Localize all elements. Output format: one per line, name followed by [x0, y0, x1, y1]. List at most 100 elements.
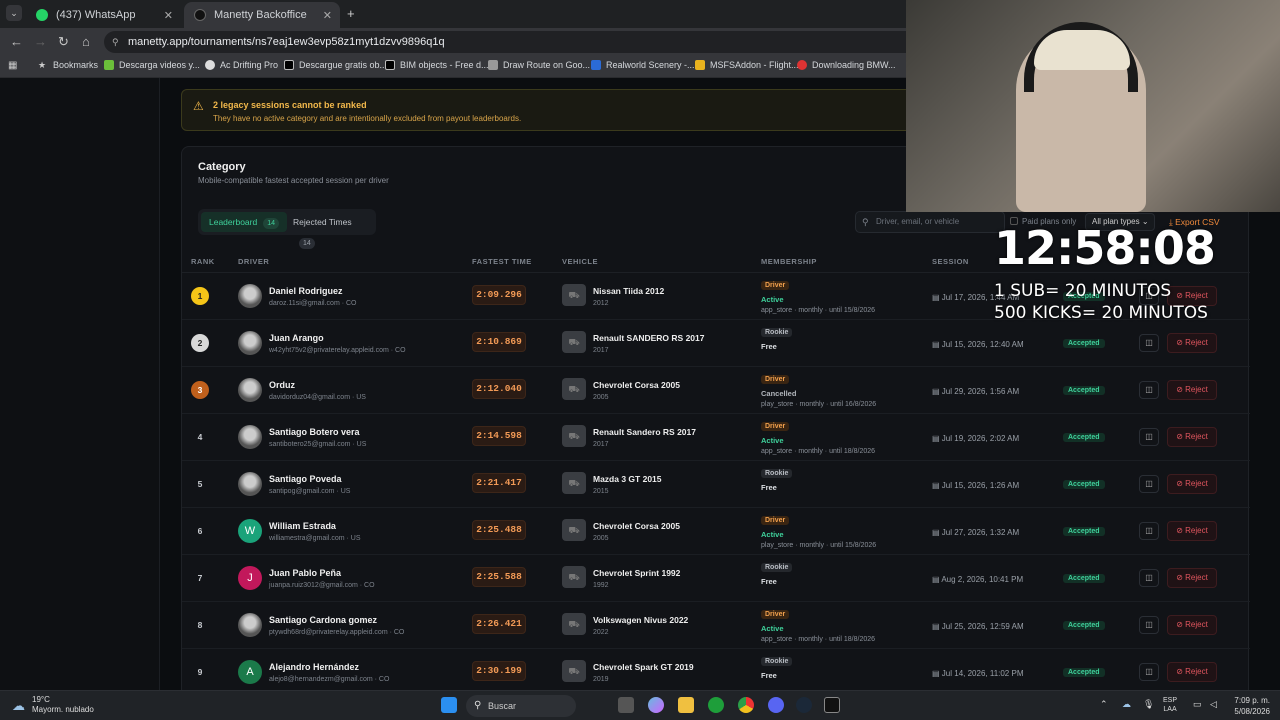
discord-icon[interactable] [768, 697, 784, 713]
game-icon[interactable] [824, 697, 840, 713]
taskbar-search[interactable]: ⚲ Buscar [466, 695, 576, 717]
avatar: J [238, 566, 262, 590]
volume-icon[interactable]: ◁ [1210, 699, 1217, 710]
table-row[interactable]: 3 Orduz davidorduz04@gmail.com · US 2:12… [182, 367, 1250, 414]
network-icon[interactable]: ▭ [1193, 699, 1202, 710]
table-row[interactable]: 2 Juan Arango w42yht75v2@privaterelay.ap… [182, 320, 1250, 367]
reject-button[interactable]: ⊘ Reject [1167, 427, 1217, 447]
bookmark-item[interactable]: Draw Route on Goo... [488, 60, 590, 70]
reload-icon[interactable]: ↻ [58, 34, 69, 50]
reject-button[interactable]: ⊘ Reject [1167, 615, 1217, 635]
view-session-icon[interactable]: ◫ [1139, 616, 1159, 634]
membership-tier-badge: Driver [761, 281, 790, 290]
view-session-icon[interactable]: ◫ [1139, 569, 1159, 587]
url-field[interactable]: ⚲ manetty.app/tournaments/ns7eaj1ew3evp5… [104, 31, 924, 53]
view-session-icon[interactable]: ◫ [1139, 428, 1159, 446]
calendar-icon: ▤ [932, 481, 940, 490]
tray-chevron-icon[interactable]: ⌃ [1100, 699, 1108, 710]
close-tab-icon[interactable]: ✕ [323, 9, 332, 22]
reject-button[interactable]: ⊘ Reject [1167, 333, 1217, 353]
language-indicator[interactable]: ESP LAA [1163, 696, 1177, 714]
membership-tier-badge: Driver [761, 610, 790, 619]
tab-list-dropdown-icon[interactable]: ⌄ [6, 5, 22, 21]
vehicle-year: 1992 [593, 582, 609, 589]
tab-leaderboard[interactable]: Leaderboard 14 [201, 212, 288, 232]
tab-label: Manetty Backoffice [214, 9, 307, 21]
weather-widget[interactable]: 19°C Mayorm. nublado [32, 695, 94, 715]
table-row[interactable]: 9 A Alejandro Hernández alejo8@hernandez… [182, 649, 1250, 690]
reject-button[interactable]: ⊘ Reject [1167, 568, 1217, 588]
bookmark-item[interactable]: Realworld Scenery -... [591, 60, 695, 70]
calendar-icon: ▤ [932, 340, 940, 349]
view-session-icon[interactable]: ◫ [1139, 381, 1159, 399]
view-session-icon[interactable]: ◫ [1139, 334, 1159, 352]
bookmark-item[interactable]: Ac Drifting Pro [205, 60, 278, 70]
manetty-icon [194, 9, 206, 21]
ban-icon: ⊘ [1176, 338, 1183, 347]
table-row[interactable]: 7 J Juan Pablo Peña juanpa.ruiz3012@gmai… [182, 555, 1250, 602]
chrome-icon[interactable] [738, 697, 754, 713]
membership-tier-badge: Driver [761, 422, 790, 431]
home-icon[interactable]: ⌂ [82, 34, 90, 49]
back-icon[interactable]: ← [10, 34, 23, 49]
task-view-icon[interactable] [618, 697, 634, 713]
file-explorer-icon[interactable] [678, 697, 694, 713]
xbox-icon[interactable] [708, 697, 724, 713]
microphone-icon[interactable]: 🎙 [1143, 699, 1154, 710]
membership-status: Free [761, 483, 777, 492]
apps-icon[interactable]: ▦ [8, 60, 17, 71]
session-date: ▤ Aug 2, 2026, 10:41 PM [932, 575, 1024, 584]
status-badge: Accepted [1063, 339, 1105, 348]
driver-name: Santiago Cardona gomez [269, 615, 378, 625]
reject-button[interactable]: ⊘ Reject [1167, 662, 1217, 682]
new-tab-icon[interactable]: + [347, 6, 355, 21]
vehicle-name: Chevrolet Sprint 1992 [593, 568, 681, 578]
ban-icon: ⊘ [1176, 291, 1183, 300]
bookmark-item[interactable]: Descarga videos y... [104, 60, 200, 70]
bookmark-item[interactable]: BIM objects - Free d... [385, 60, 489, 70]
table-row[interactable]: 6 W William Estrada williamestra@gmail.c… [182, 508, 1250, 555]
site-info-icon[interactable]: ⚲ [112, 31, 119, 53]
view-session-icon[interactable]: ◫ [1139, 663, 1159, 681]
bookmark-item[interactable]: Descargue gratis ob... [284, 60, 387, 70]
status-badge: Accepted [1063, 621, 1105, 630]
view-session-icon[interactable]: ◫ [1139, 475, 1159, 493]
sidebar [0, 78, 160, 690]
vehicle-name: Volkswagen Nivus 2022 [593, 615, 689, 625]
rank-badge: 5 [197, 479, 203, 489]
driver-name: Juan Pablo Peña [269, 568, 342, 578]
reject-button[interactable]: ⊘ Reject [1167, 474, 1217, 494]
tab-manetty[interactable]: Manetty Backoffice ✕ [184, 2, 340, 28]
bookmark-item[interactable]: Downloading BMW... [797, 60, 896, 70]
forward-icon[interactable]: → [34, 34, 47, 49]
tab-rejected-times[interactable]: Rejected Times14 [285, 212, 376, 249]
bookmark-item[interactable]: MSFSAddon - Flight... [695, 60, 799, 70]
driver-email: alejo8@hernandezm@gmail.com · CO [269, 676, 390, 683]
vehicle-name: Chevrolet Corsa 2005 [593, 380, 680, 390]
reject-button[interactable]: ⊘ Reject [1167, 380, 1217, 400]
tray-app-icon[interactable]: ☁ [1122, 699, 1131, 710]
windows-taskbar: ☁ 19°C Mayorm. nublado ⚲ Buscar ⌃ ☁ 🎙 ES… [0, 690, 1280, 720]
avatar [238, 284, 262, 308]
fastest-time: 2:25.488 [472, 520, 526, 540]
avatar: A [238, 660, 262, 684]
membership-detail: app_store · monthly · until 15/8/2026 [761, 307, 876, 314]
table-row[interactable]: 8 Santiago Cardona gomez ptywdh68rd@priv… [182, 602, 1250, 649]
view-session-icon[interactable]: ◫ [1139, 522, 1159, 540]
steam-icon[interactable] [796, 697, 812, 713]
search-input[interactable]: ⚲ Driver, email, or vehicle [855, 211, 1005, 233]
rank-badge: 4 [197, 432, 203, 442]
reject-button[interactable]: ⊘ Reject [1167, 521, 1217, 541]
copilot-icon[interactable] [648, 697, 664, 713]
windows-start-icon[interactable] [441, 697, 457, 713]
close-tab-icon[interactable]: ✕ [164, 9, 173, 22]
col-session: SESSION [932, 257, 969, 266]
bookmark-folder[interactable]: ★ Bookmarks [38, 60, 98, 70]
table-row[interactable]: 4 Santiago Botero vera santibotero25@gma… [182, 414, 1250, 461]
tab-whatsapp[interactable]: (437) WhatsApp ✕ [26, 2, 181, 28]
taskbar-clock[interactable]: 7:09 p. m. 5/08/2026 [1234, 695, 1270, 717]
weather-icon: ☁ [12, 698, 25, 713]
membership-tier-badge: Driver [761, 375, 790, 384]
calendar-icon: ▤ [932, 293, 940, 302]
table-row[interactable]: 5 Santiago Poveda santipog@gmail.com · U… [182, 461, 1250, 508]
